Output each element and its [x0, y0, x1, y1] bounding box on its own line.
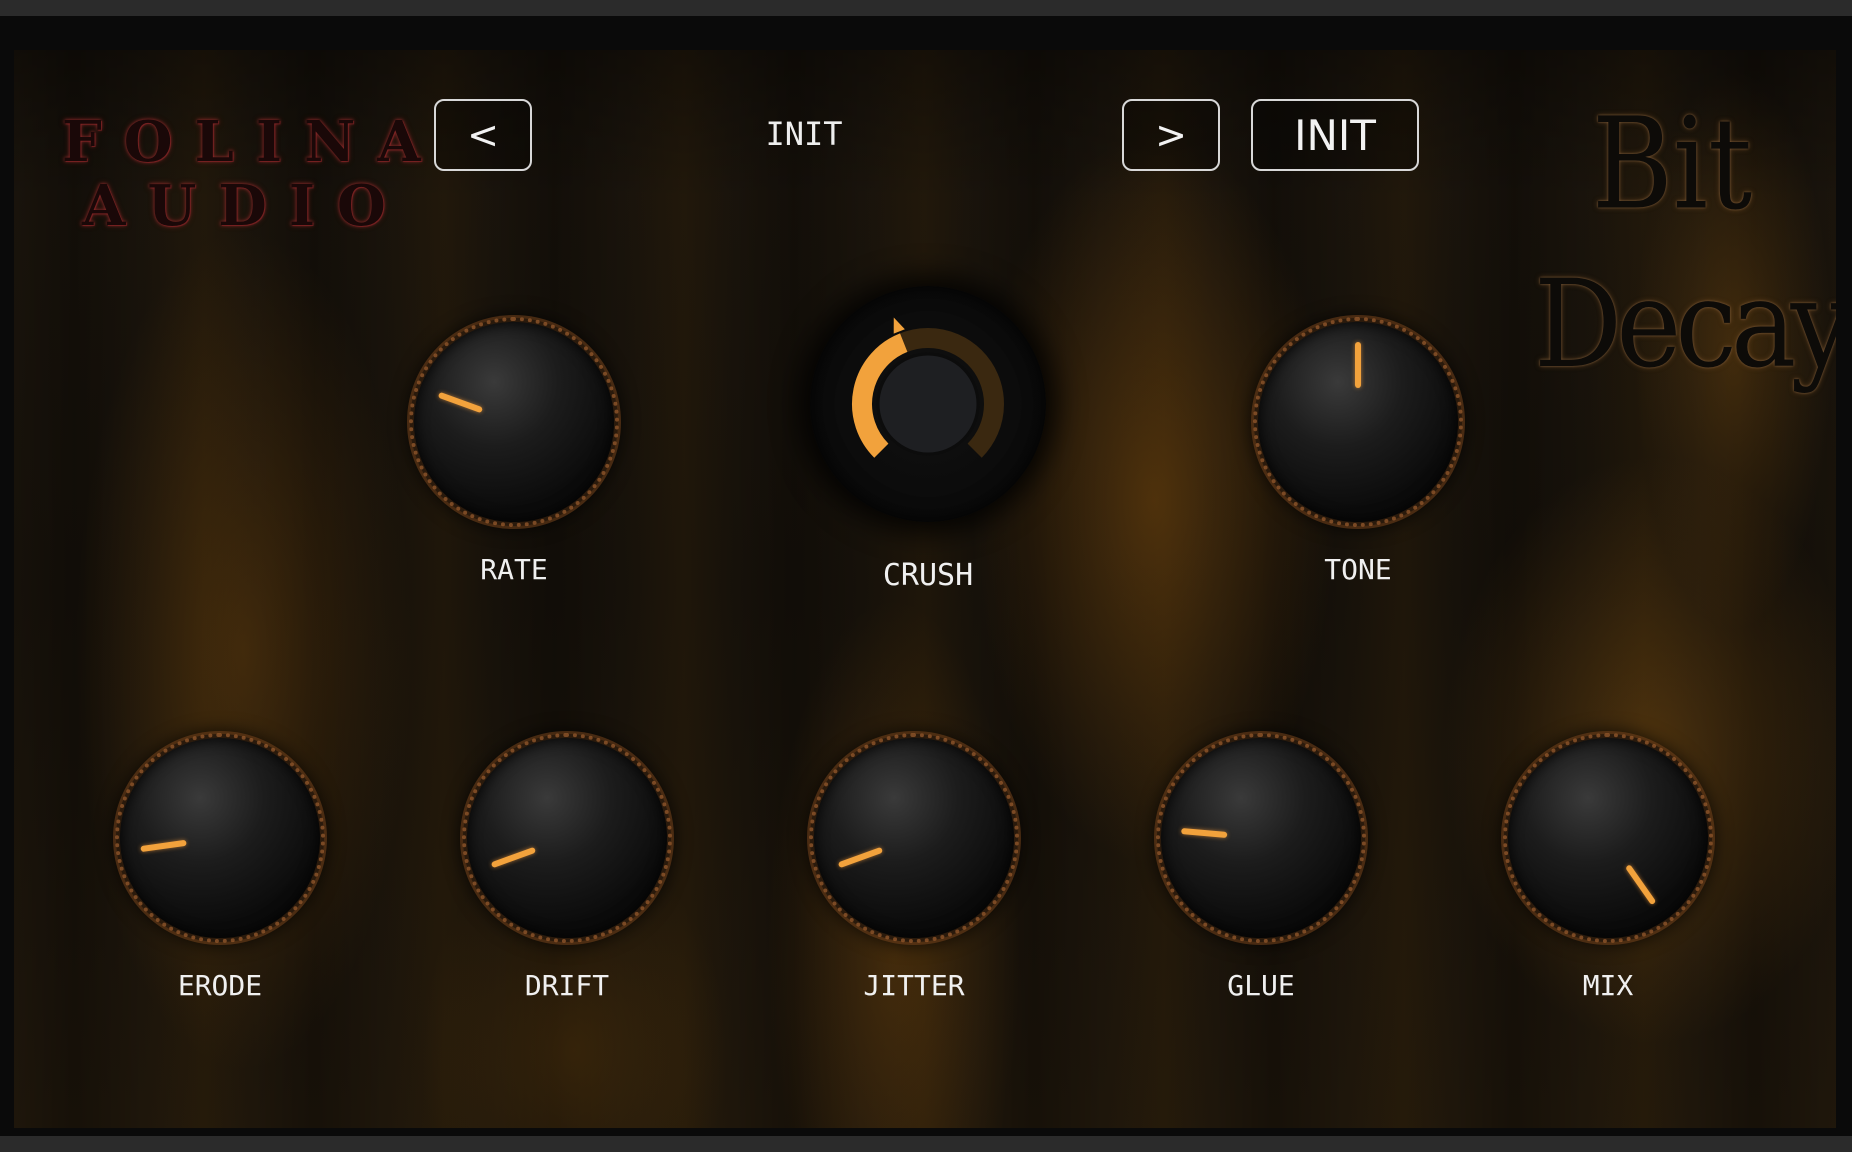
product-title: Bit Decay — [1504, 90, 1836, 420]
erode-knob-label: ERODE — [177, 969, 263, 1002]
product-title-word2: Decay — [1534, 253, 1836, 395]
mix-knob[interactable] — [1503, 733, 1713, 943]
crush-knob-cap — [876, 352, 980, 456]
product-title-word1: Bit — [1592, 90, 1753, 238]
next-preset-button[interactable]: > — [1122, 99, 1220, 171]
preset-name-display[interactable]: INIT — [654, 112, 954, 156]
init-preset-button[interactable]: INIT — [1251, 99, 1419, 171]
plugin-border: FOLINA AUDIO < INIT > INIT Bit Decay RAT… — [0, 16, 1852, 1136]
crush-knob[interactable] — [810, 286, 1046, 522]
rate-knob-label: RATE — [480, 553, 548, 586]
init-preset-button-label: INIT — [1294, 110, 1376, 160]
glue-knob-label: GLUE — [1227, 969, 1295, 1002]
drift-knob[interactable] — [462, 733, 672, 943]
jitter-knob-label: JITTER — [863, 969, 965, 1002]
tone-knob[interactable] — [1253, 317, 1463, 527]
drift-knob-label: DRIFT — [524, 969, 610, 1002]
window-frame: FOLINA AUDIO < INIT > INIT Bit Decay RAT… — [0, 0, 1852, 1152]
brand-logo: FOLINA AUDIO — [62, 109, 443, 239]
next-preset-button-label: > — [1155, 113, 1187, 157]
crush-knob-label: CRUSH — [882, 558, 974, 593]
plugin-panel: FOLINA AUDIO < INIT > INIT Bit Decay RAT… — [14, 50, 1836, 1128]
brand-logo-line1: FOLINA — [62, 109, 443, 175]
jitter-knob[interactable] — [809, 733, 1019, 943]
tone-knob-label: TONE — [1324, 553, 1392, 586]
brand-logo-line2: AUDIO — [82, 173, 408, 239]
glue-knob[interactable] — [1156, 733, 1366, 943]
erode-knob[interactable] — [115, 733, 325, 943]
previous-preset-button[interactable]: < — [434, 99, 532, 171]
rate-knob[interactable] — [409, 317, 619, 527]
previous-preset-button-label: < — [467, 113, 499, 157]
mix-knob-label: MIX — [1582, 969, 1634, 1002]
crush-marker-icon — [893, 317, 905, 334]
crush-knob-graphic — [852, 317, 1004, 458]
